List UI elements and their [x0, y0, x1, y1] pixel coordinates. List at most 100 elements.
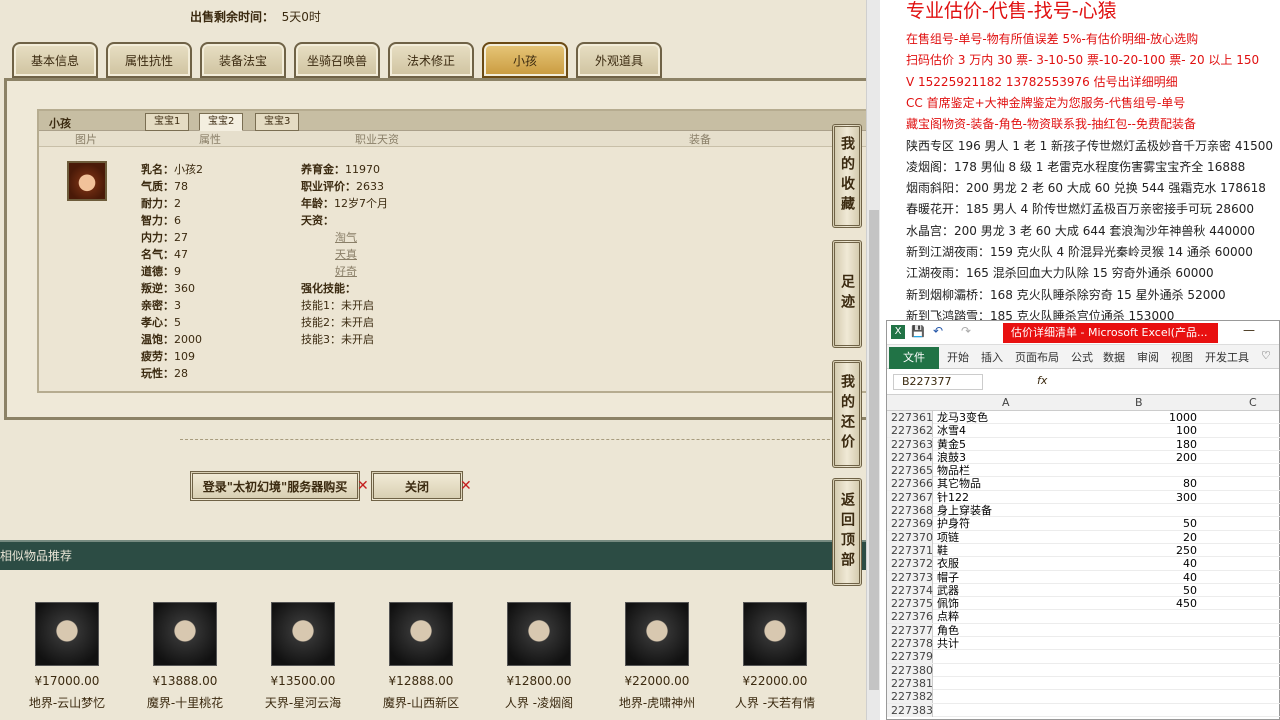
similar-item-name[interactable]: 天界-星河云海 [248, 694, 358, 711]
save-icon[interactable]: 💾 [911, 325, 925, 338]
cell-b[interactable]: 1000 [1079, 411, 1197, 424]
tab-mounts[interactable]: 坐骑召唤兽 [294, 42, 380, 78]
cell-b[interactable]: 100 [1079, 424, 1197, 437]
row-number[interactable]: 227361 [887, 411, 933, 424]
my-favorites-button[interactable]: 我的收藏 [832, 124, 862, 228]
cell-b[interactable]: 40 [1079, 557, 1197, 570]
cell-b[interactable]: 20 [1079, 531, 1197, 544]
similar-item-name[interactable]: 魔界-山西新区 [366, 694, 476, 711]
tab-appearance[interactable]: 外观道具 [576, 42, 662, 78]
subtab-baby1[interactable]: 宝宝1 [145, 113, 190, 131]
cell-b[interactable]: 300 [1079, 491, 1197, 504]
row-number[interactable]: 227377 [887, 623, 933, 637]
cell-a[interactable]: 浪鼓3 [937, 451, 966, 464]
similar-item-name[interactable]: 人界 -天若有情 [720, 694, 830, 711]
redo-icon[interactable]: ↷ [961, 324, 971, 338]
cell-a[interactable]: 帽子 [937, 571, 959, 584]
row-number[interactable]: 227382 [887, 690, 933, 704]
minimize-icon[interactable]: — [1243, 323, 1255, 337]
ribbon-tab-home[interactable]: 开始 [947, 349, 969, 365]
row-number[interactable]: 227376 [887, 610, 933, 624]
cell-a[interactable]: 其它物品 [937, 477, 981, 490]
row-number[interactable]: 227378 [887, 637, 933, 651]
tab-attributes[interactable]: 属性抗性 [106, 42, 192, 78]
row-number[interactable]: 227371 [887, 543, 933, 557]
ribbon-tab-view[interactable]: 视图 [1171, 349, 1193, 365]
cell-b[interactable]: 50 [1079, 584, 1197, 597]
scrollbar-thumb[interactable] [869, 210, 879, 690]
my-offers-button[interactable]: 我的还价 [832, 360, 862, 468]
ribbon-tab-developer[interactable]: 开发工具 [1205, 349, 1249, 365]
similar-item[interactable]: ¥12800.00 人界 -凌烟阁 [484, 602, 594, 711]
cell-a[interactable]: 武器 [937, 584, 959, 597]
ribbon-tab-review[interactable]: 审阅 [1137, 349, 1159, 365]
row-number[interactable]: 227375 [887, 597, 933, 611]
cell-a[interactable]: 物品栏 [937, 464, 970, 477]
ribbon-tab-layout[interactable]: 页面布局 [1015, 349, 1059, 365]
close-button[interactable]: 关闭 [371, 471, 463, 501]
similar-item-image[interactable] [153, 602, 217, 666]
similar-item-image[interactable] [35, 602, 99, 666]
row-number[interactable]: 227383 [887, 703, 933, 717]
similar-item[interactable]: ¥22000.00 人界 -天若有情 [720, 602, 830, 711]
talent-1[interactable]: 淘气 [335, 229, 357, 246]
row-number[interactable]: 227362 [887, 424, 933, 438]
row-number[interactable]: 227374 [887, 583, 933, 597]
cell-b[interactable]: 250 [1079, 544, 1197, 557]
back-to-top-button[interactable]: 返回顶部 [832, 478, 862, 586]
page-scrollbar[interactable] [866, 0, 880, 720]
talent-2[interactable]: 天真 [335, 246, 357, 263]
row-number[interactable]: 227381 [887, 676, 933, 690]
similar-item[interactable]: ¥22000.00 地界-虎啸神州 [602, 602, 712, 711]
similar-item-image[interactable] [389, 602, 453, 666]
cell-b[interactable]: 40 [1079, 571, 1197, 584]
subtab-baby2[interactable]: 宝宝2 [199, 113, 244, 131]
row-number[interactable]: 227379 [887, 650, 933, 664]
cell-a[interactable]: 点粹 [937, 610, 959, 623]
cell-b[interactable]: 450 [1079, 597, 1197, 610]
login-buy-button[interactable]: 登录"太初幻境"服务器购买 [190, 471, 360, 501]
cell-b[interactable]: 200 [1079, 451, 1197, 464]
cell-a[interactable]: 共计 [937, 637, 959, 650]
ribbon-tab-formulas[interactable]: 公式 [1071, 349, 1093, 365]
fx-icon[interactable]: fx [1037, 374, 1047, 387]
tab-equipment[interactable]: 装备法宝 [200, 42, 286, 78]
row-number[interactable]: 227367 [887, 490, 933, 504]
cell-a[interactable]: 护身符 [937, 517, 970, 530]
similar-item[interactable]: ¥13888.00 魔界-十里桃花 [130, 602, 240, 711]
similar-item[interactable]: ¥17000.00 地界-云山梦忆 [12, 602, 122, 711]
talent-3[interactable]: 好奇 [335, 263, 357, 280]
cell-a[interactable]: 鞋 [937, 544, 948, 557]
cell-a[interactable]: 项链 [937, 531, 959, 544]
subtab-baby3[interactable]: 宝宝3 [255, 113, 300, 131]
row-number[interactable]: 227373 [887, 570, 933, 584]
row-number[interactable]: 227365 [887, 464, 933, 478]
cell-b[interactable]: 80 [1079, 477, 1197, 490]
undo-icon[interactable]: ↶ [933, 324, 943, 338]
cell-a[interactable]: 衣服 [937, 557, 959, 570]
row-number[interactable]: 227380 [887, 663, 933, 677]
tab-child[interactable]: 小孩 [482, 42, 568, 78]
name-box[interactable]: B227377 [893, 374, 983, 390]
row-number[interactable]: 227366 [887, 477, 933, 491]
similar-item-name[interactable]: 魔界-十里桃花 [130, 694, 240, 711]
similar-item-name[interactable]: 人界 -凌烟阁 [484, 694, 594, 711]
row-number[interactable]: 227369 [887, 517, 933, 531]
cell-a[interactable]: 针122 [937, 491, 969, 504]
help-icon[interactable]: ♡ [1261, 349, 1271, 362]
cell-a[interactable]: 黄金5 [937, 438, 966, 451]
cell-a[interactable]: 龙马3变色 [937, 411, 988, 424]
similar-item[interactable]: ¥13500.00 天界-星河云海 [248, 602, 358, 711]
tab-basic-info[interactable]: 基本信息 [12, 42, 98, 78]
footprint-button[interactable]: 足迹 [832, 240, 862, 348]
similar-item-image[interactable] [743, 602, 807, 666]
row-number[interactable]: 227370 [887, 530, 933, 544]
ribbon-tab-data[interactable]: 数据 [1103, 349, 1125, 365]
cell-a[interactable]: 角色 [937, 624, 959, 637]
similar-item[interactable]: ¥12888.00 魔界-山西新区 [366, 602, 476, 711]
similar-item-image[interactable] [271, 602, 335, 666]
row-number[interactable]: 227363 [887, 437, 933, 451]
similar-item-image[interactable] [507, 602, 571, 666]
col-c-header[interactable]: C [1249, 396, 1257, 409]
cell-b[interactable]: 180 [1079, 438, 1197, 451]
